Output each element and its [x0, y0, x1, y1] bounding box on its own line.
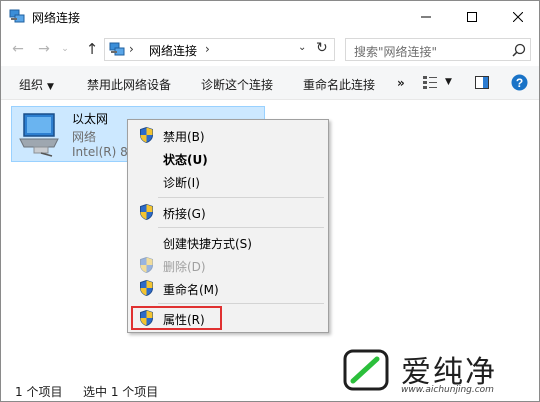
window-title: 网络连接	[32, 11, 81, 25]
breadcrumb-separator[interactable]: ›	[129, 42, 134, 56]
preview-pane-icon[interactable]	[475, 76, 489, 89]
minimize-button[interactable]	[403, 1, 449, 32]
annotation-highlight-box	[131, 306, 222, 330]
breadcrumb-network-connections[interactable]: 网络连接	[149, 42, 197, 59]
menu-item-diagnose[interactable]: 诊断(I)	[130, 170, 326, 192]
navigation-bar: ← → ⌄ ↑ › 网络连接 › ⌄ ↻ 搜索"网络连接"	[1, 32, 539, 66]
address-bar[interactable]: › 网络连接 › ⌄ ↻	[104, 38, 335, 61]
explorer-window: 网络连接 ← → ⌄ ↑ › 网络连接 › ⌄ ↻ 搜索"网络连接" 组织 ▼ …	[0, 0, 540, 402]
breadcrumb-separator[interactable]: ›	[205, 42, 210, 56]
ethernet-adapter-icon	[19, 113, 59, 157]
network-connections-icon	[109, 42, 125, 56]
menu-item-bridge[interactable]: 桥接(G)	[130, 201, 326, 223]
menu-item-delete[interactable]: 删除(D)	[130, 254, 326, 276]
search-icon	[512, 43, 526, 57]
network-connections-icon	[9, 9, 25, 23]
view-options-icon[interactable]	[423, 75, 437, 89]
connection-device: Intel(R) 82	[72, 145, 136, 159]
disable-device-button[interactable]: 禁用此网络设备	[87, 76, 171, 93]
connection-name: 以太网	[72, 112, 109, 126]
watermark-logo-icon	[343, 349, 389, 391]
diagnose-button[interactable]: 诊断这个连接	[201, 76, 273, 93]
search-input[interactable]: 搜索"网络连接"	[354, 43, 437, 60]
selected-count: 选中 1 个项目	[83, 385, 159, 399]
organize-button[interactable]: 组织 ▼	[19, 76, 54, 93]
menu-divider	[158, 197, 324, 198]
item-count: 1 个项目	[15, 385, 63, 399]
maximize-icon	[467, 11, 477, 22]
title-bar: 网络连接	[1, 1, 539, 32]
minimize-icon	[421, 16, 431, 17]
menu-item-label: 禁用(B)	[163, 130, 205, 144]
context-menu: 禁用(B) 状态(U) 诊断(I) 桥接(G) 创建快捷方式(S) 删除(D) …	[127, 119, 329, 333]
search-box[interactable]: 搜索"网络连接"	[345, 38, 531, 61]
chevron-down-icon[interactable]: ⌄	[298, 42, 306, 53]
menu-item-label: 诊断(I)	[163, 176, 200, 190]
shield-icon	[140, 280, 153, 296]
shield-icon	[140, 204, 153, 220]
connection-status: 网络	[72, 130, 97, 144]
up-button[interactable]: ↑	[83, 40, 101, 58]
command-bar: 组织 ▼ 禁用此网络设备 诊断这个连接 重命名此连接 » ▼ ?	[1, 66, 539, 100]
recent-locations-button[interactable]: ⌄	[59, 40, 71, 58]
watermark: 爱纯净 www.aichunjing.com	[339, 345, 539, 402]
close-button[interactable]	[495, 1, 540, 32]
help-icon[interactable]: ?	[511, 74, 528, 91]
back-button[interactable]: ←	[9, 40, 27, 58]
menu-item-label: 状态(U)	[163, 153, 208, 167]
chevron-down-icon: ▼	[47, 82, 54, 92]
menu-divider	[158, 303, 324, 304]
close-icon	[513, 11, 523, 22]
chevron-down-icon[interactable]: ▼	[445, 77, 452, 87]
maximize-button[interactable]	[449, 1, 495, 32]
menu-item-status[interactable]: 状态(U)	[130, 147, 326, 169]
menu-item-disable[interactable]: 禁用(B)	[130, 124, 326, 146]
shield-icon	[140, 127, 153, 143]
svg-text:?: ?	[516, 76, 523, 90]
shield-icon	[140, 257, 153, 273]
menu-item-label: 重命名(M)	[163, 283, 219, 297]
menu-item-label: 桥接(G)	[163, 207, 206, 221]
forward-button[interactable]: →	[35, 40, 53, 58]
refresh-icon[interactable]: ↻	[316, 40, 328, 56]
more-commands-button[interactable]: »	[397, 76, 405, 90]
rename-connection-button[interactable]: 重命名此连接	[303, 76, 375, 93]
menu-item-label: 创建快捷方式(S)	[163, 237, 252, 251]
menu-item-create-shortcut[interactable]: 创建快捷方式(S)	[130, 231, 326, 253]
watermark-url: www.aichunjing.com	[401, 385, 494, 395]
menu-divider	[158, 227, 324, 228]
menu-item-rename[interactable]: 重命名(M)	[130, 277, 326, 299]
organize-label: 组织	[19, 78, 44, 92]
menu-item-label: 删除(D)	[163, 260, 206, 274]
